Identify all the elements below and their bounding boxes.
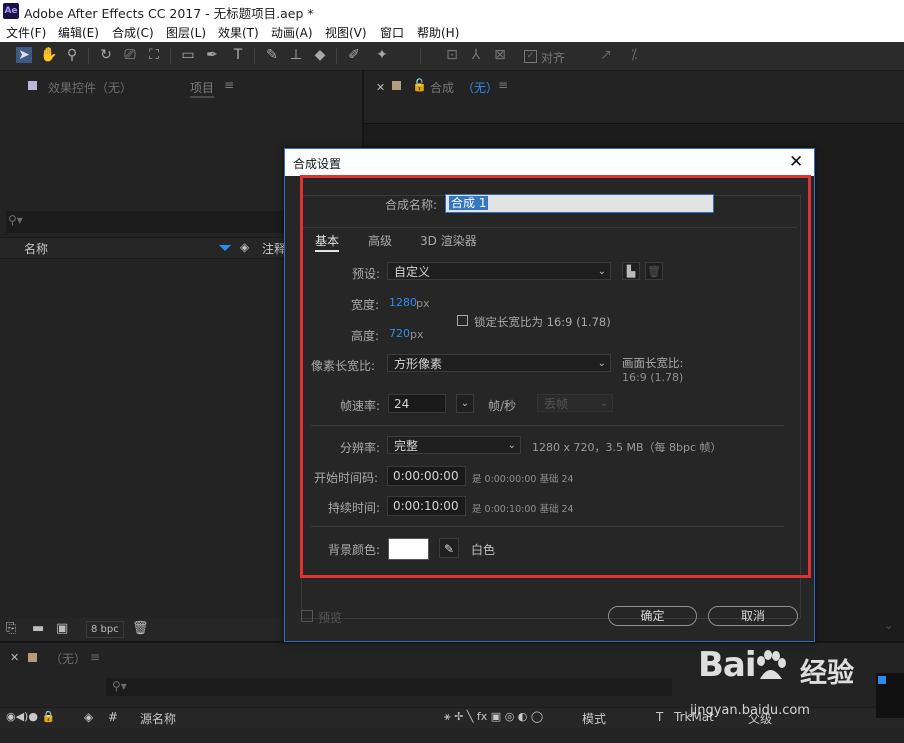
- roto-brush-tool-icon[interactable]: ✐: [346, 47, 362, 63]
- zoom-tool-icon[interactable]: ⚲: [64, 47, 80, 63]
- world-axis-icon[interactable]: ⅄: [468, 47, 484, 63]
- preview-label: 预览: [318, 611, 343, 625]
- baidu-logo-text: Bai: [698, 645, 757, 685]
- new-folder-icon[interactable]: ▬: [32, 621, 44, 636]
- jingyan-text: 经验: [800, 658, 854, 689]
- effects-panel-color-square: [28, 81, 37, 90]
- rectangle-tool-icon[interactable]: ▭: [180, 47, 196, 63]
- dialog-title: 合成设置: [293, 157, 342, 171]
- preview-checkbox[interactable]: [301, 610, 313, 622]
- menu-file[interactable]: 文件(F): [6, 24, 46, 41]
- trash-icon[interactable]: 🗑: [132, 621, 149, 636]
- baidu-jingyan-watermark: Bai 经验 jingyan.baidu.com: [690, 645, 904, 725]
- puppet-pin-tool-icon[interactable]: ✦: [374, 47, 390, 63]
- tools-toolbar: ➤ ✋ ⚲ ↻ ⎚ ⛶ ▭ ✒ T ✎ ⊥ ◆ ✐ ✦ ⊡ ⅄ ⊠ ✓ 对齐 ↗…: [0, 42, 904, 71]
- menu-animation[interactable]: 动画(A): [271, 24, 313, 41]
- search-icon: ⚲▾: [112, 679, 127, 693]
- composition-tab-value: （无）: [462, 81, 499, 95]
- left-panel-tabs: 效果控件（无） 项目 ≡: [0, 71, 362, 101]
- toolbar-divider: [336, 48, 337, 64]
- column-mode[interactable]: 模式: [582, 710, 606, 727]
- brush-tool-icon[interactable]: ✎: [264, 47, 280, 63]
- column-name[interactable]: 名称: [24, 240, 48, 257]
- label-tag-icon[interactable]: ◈: [84, 710, 93, 724]
- column-source-name[interactable]: 源名称: [140, 710, 176, 727]
- close-icon[interactable]: ✕: [789, 152, 803, 172]
- label-tag-icon[interactable]: ◈: [240, 240, 249, 254]
- timeline-color-square: [28, 653, 37, 662]
- layer-number-icon: #: [108, 710, 119, 724]
- panel-dropdown-icon[interactable]: ⌄: [884, 619, 893, 632]
- menu-window[interactable]: 窗口: [380, 24, 404, 41]
- after-effects-logo: Ae: [3, 3, 19, 19]
- view-axis-icon[interactable]: ⊠: [492, 47, 508, 63]
- menu-effect[interactable]: 效果(T): [218, 24, 259, 41]
- menu-composition[interactable]: 合成(C): [112, 24, 154, 41]
- timeline-search-input[interactable]: [106, 678, 672, 696]
- watermark-url: jingyan.baidu.com: [690, 703, 810, 718]
- rotate-tool-icon[interactable]: ↻: [98, 47, 114, 63]
- menubar: 文件(F) 编辑(E) 合成(C) 图层(L) 效果(T) 动画(A) 视图(V…: [0, 22, 904, 42]
- selection-tool-icon[interactable]: ➤: [16, 47, 32, 63]
- eraser-tool-icon[interactable]: ◆: [312, 47, 328, 63]
- new-composition-icon[interactable]: ▣: [56, 621, 68, 636]
- column-comment[interactable]: 注释: [262, 240, 286, 257]
- annotation-highlight-box: [300, 175, 811, 578]
- toolbar-divider: [254, 48, 255, 64]
- tab-effect-controls[interactable]: 效果控件（无）: [48, 79, 132, 96]
- toolbar-divider: [88, 48, 89, 64]
- panel-menu-icon[interactable]: ≡: [498, 78, 508, 92]
- clone-stamp-tool-icon[interactable]: ⊥: [288, 47, 304, 63]
- menu-edit[interactable]: 编辑(E): [58, 24, 99, 41]
- snap-option-icon-2[interactable]: ⁒: [626, 47, 642, 63]
- column-t[interactable]: T: [656, 710, 663, 724]
- type-tool-icon[interactable]: T: [230, 47, 246, 63]
- panel-menu-icon[interactable]: ≡: [224, 78, 234, 92]
- local-axis-icon[interactable]: ⊡: [444, 47, 460, 63]
- search-icon: ⚲▾: [8, 213, 23, 227]
- interpret-footage-icon[interactable]: ⎘: [6, 621, 16, 636]
- menu-view[interactable]: 视图(V): [325, 24, 367, 41]
- menu-layer[interactable]: 图层(L): [166, 24, 206, 41]
- window-titlebar: Ae Adobe After Effects CC 2017 - 无标题项目.a…: [0, 0, 904, 22]
- av-switches-icons[interactable]: ◉◀)● 🔒: [6, 710, 55, 723]
- ok-button[interactable]: 确定: [608, 606, 697, 626]
- comp-panel-color-square: [392, 81, 401, 90]
- dialog-titlebar: 合成设置 ✕: [285, 149, 814, 176]
- lock-icon[interactable]: 🔓: [412, 78, 427, 92]
- camera-tool-icon[interactable]: ⎚: [122, 47, 138, 63]
- pan-behind-tool-icon[interactable]: ⛶: [146, 47, 162, 63]
- sort-arrow-icon[interactable]: [219, 245, 231, 251]
- layer-switches-icons[interactable]: ⚹ ✢ ╲ fx ▣ ◎ ◐ ◯: [444, 710, 543, 724]
- hand-tool-icon[interactable]: ✋: [40, 47, 57, 63]
- cancel-button[interactable]: 取消: [708, 606, 798, 626]
- snap-label: 对齐: [541, 51, 566, 65]
- baidu-paw-icon: [757, 650, 786, 679]
- menu-help[interactable]: 帮助(H): [417, 24, 459, 41]
- snap-option-icon[interactable]: ↗: [598, 47, 614, 63]
- tab-composition[interactable]: 合成: [430, 79, 454, 96]
- toolbar-divider: [170, 48, 171, 64]
- close-icon[interactable]: ✕: [376, 81, 385, 94]
- snap-checkbox[interactable]: ✓: [524, 50, 537, 63]
- window-title: Adobe After Effects CC 2017 - 无标题项目.aep …: [24, 6, 314, 21]
- pen-tool-icon[interactable]: ✒: [204, 47, 220, 63]
- timeline-tab[interactable]: （无）: [50, 650, 86, 667]
- toolbar-divider: [420, 48, 421, 64]
- composition-panel-tabs: ✕ 🔓 合成 （无） ≡: [364, 71, 904, 124]
- tab-project[interactable]: 项目: [190, 79, 215, 98]
- panel-menu-icon[interactable]: ≡: [90, 650, 100, 664]
- bpc-badge[interactable]: 8 bpc: [86, 621, 124, 638]
- close-icon[interactable]: ✕: [10, 651, 19, 664]
